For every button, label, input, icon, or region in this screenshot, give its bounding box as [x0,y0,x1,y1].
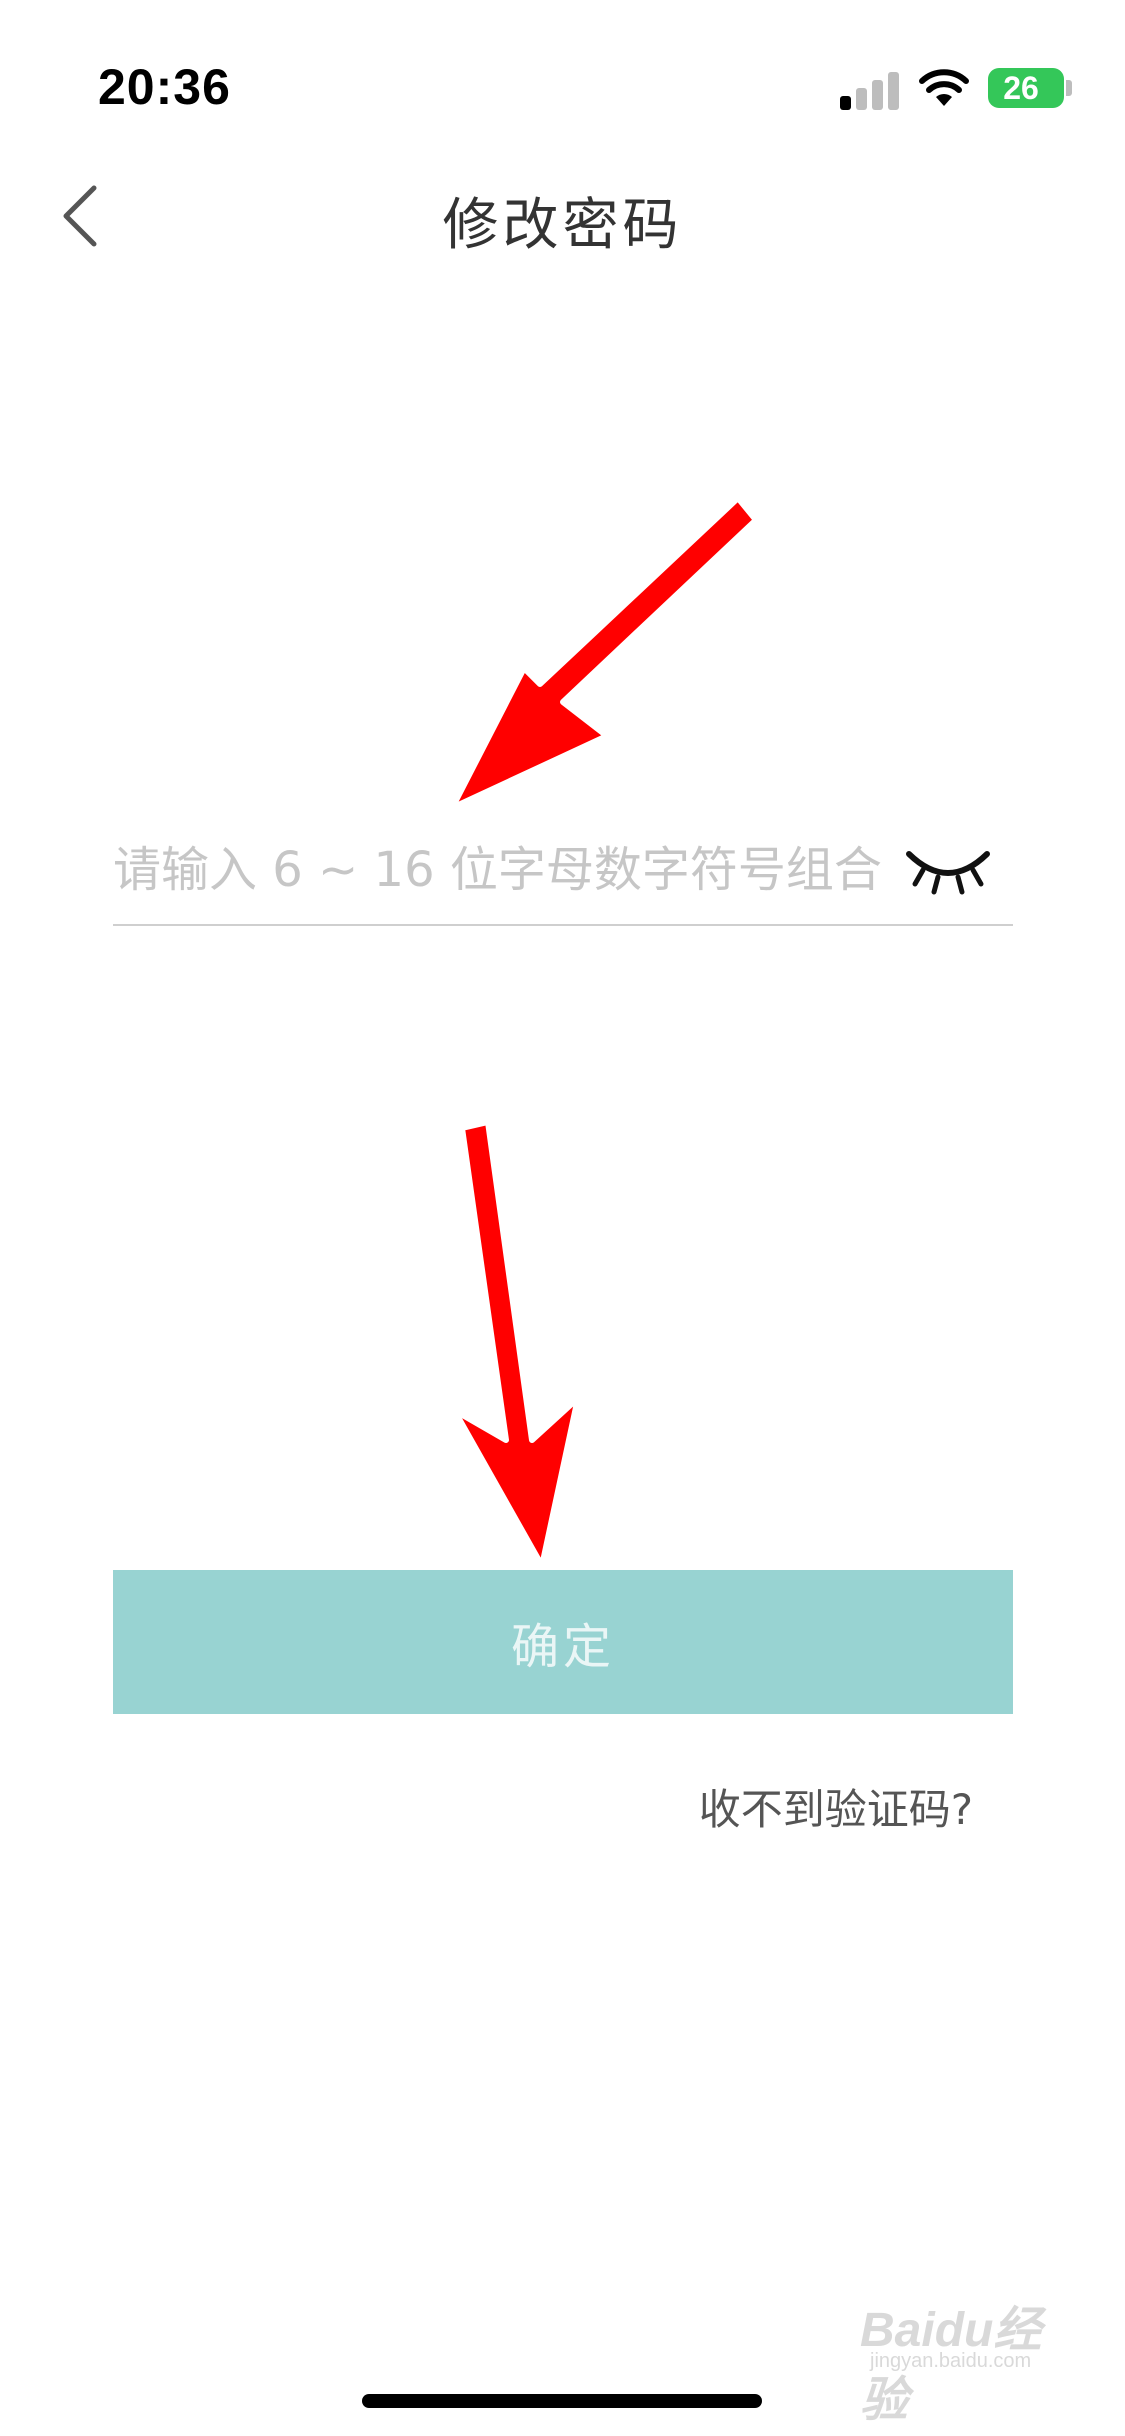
battery-cap [1066,80,1072,96]
page-title: 修改密码 [442,193,683,258]
nav-bar: 修改密码 [0,150,1125,280]
home-indicator[interactable] [362,2394,762,2408]
arrow-to-confirm [451,1119,581,1569]
annotation-arrows [449,495,759,1569]
baidu-watermark: Baidu经验 jingyan.baidu.com [860,2290,1080,2427]
eye-closed-icon[interactable] [903,840,993,900]
status-bar: 20:36 26 [0,0,1125,150]
wifi-icon [919,69,969,106]
battery-level: 26 [1003,70,1039,106]
battery-icon: 26 [988,68,1064,108]
confirm-button[interactable]: 确定 [113,1570,1013,1714]
arrow-to-input [449,495,759,811]
watermark-url: jingyan.baidu.com [870,2350,1032,2372]
status-time: 20:36 [98,59,231,115]
no-verification-code-link[interactable]: 收不到验证码? [699,1776,973,1837]
password-input[interactable] [113,830,913,910]
password-field [113,810,1013,926]
cellular-signal-icon [840,70,900,110]
